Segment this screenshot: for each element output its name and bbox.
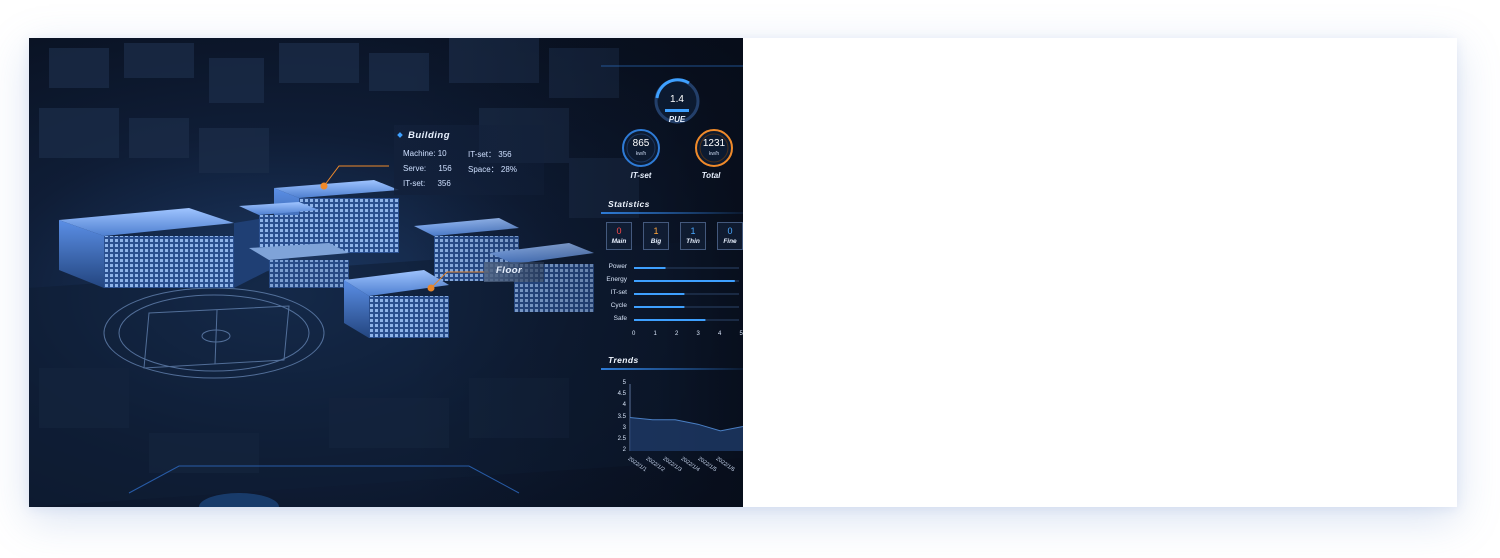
preview-card: Building Machine: 10 IT-set： 356 Serve: …: [29, 38, 1457, 507]
trend-svg: [629, 384, 743, 451]
dashboard-scene: Building Machine: 10 IT-set： 356 Serve: …: [29, 38, 743, 507]
blank-pane: [743, 38, 1457, 507]
trend-area: [630, 417, 743, 451]
